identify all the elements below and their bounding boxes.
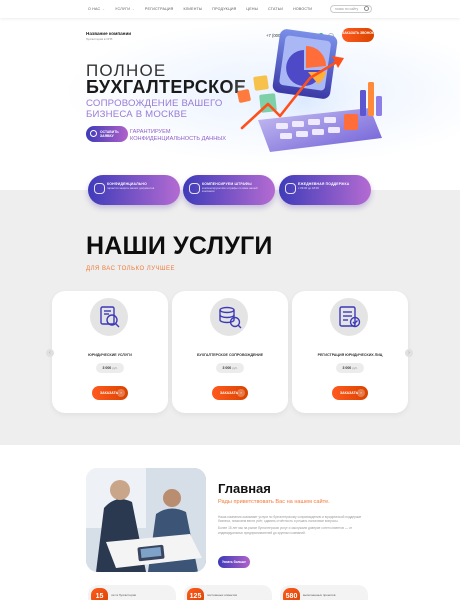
stat-card: 125 постоянных клиентов <box>184 585 272 600</box>
service-name: РЕГИСТРАЦИЯ ЮРИДИЧЕСКИХ ЛИЦ <box>317 353 383 357</box>
chevron-down-icon: ⌄ <box>102 7 106 11</box>
about-photo <box>86 468 206 572</box>
feature-support[interactable]: ЕЖЕДНЕВНАЯ ПОДДЕРЖКА с 09:00 до 18:00 <box>279 175 371 205</box>
wallet-icon <box>189 183 200 194</box>
order-button[interactable]: ЗАКАЗАТЬ › <box>332 386 368 400</box>
cart-icon: › <box>117 389 125 397</box>
stat-value: 580 <box>283 588 300 600</box>
stat-label: постоянных клиентов <box>207 593 237 597</box>
stat-label: лет в бухгалтерии <box>111 593 137 597</box>
learn-more-button[interactable]: Узнать больше <box>218 556 250 568</box>
chevron-left-icon[interactable]: ‹ <box>46 349 54 357</box>
chevron-right-icon[interactable]: › <box>405 349 413 357</box>
about-title: Главная <box>218 481 271 496</box>
accounting-icon <box>210 298 248 336</box>
headset-icon <box>285 183 296 194</box>
pencil-icon <box>90 130 97 137</box>
service-price: 3 000 руб. <box>216 363 244 373</box>
service-card[interactable]: БУХГАЛТЕРСКОЕ СОПРОВОЖДЕНИЕ 3 000 руб. З… <box>172 291 288 413</box>
services-title: НАШИ УСЛУГИ <box>86 232 273 260</box>
order-button[interactable]: ЗАКАЗАТЬ › <box>92 386 128 400</box>
nav-item-registration[interactable]: РЕГИСТРАЦИЯ <box>145 7 174 11</box>
top-nav: О НАС ⌄ УСЛУГИ ⌄ РЕГИСТРАЦИЯ КЛИЕНТЫ ПРОДУ… <box>0 0 460 18</box>
stat-label: выполненных проектов <box>303 593 336 597</box>
cart-icon: › <box>237 389 245 397</box>
service-name: БУХГАЛТЕРСКОЕ СОПРОВОЖДЕНИЕ <box>196 353 264 357</box>
services-subtitle: ДЛЯ ВАС ТОЛЬКО ЛУЧШЕЕ <box>86 266 176 272</box>
order-button[interactable]: ЗАКАЗАТЬ › <box>212 386 248 400</box>
nav-item-services[interactable]: УСЛУГИ ⌄ <box>115 7 135 11</box>
service-price: 3 000 руб. <box>96 363 124 373</box>
cart-icon: › <box>357 389 365 397</box>
nav-item-clients[interactable]: КЛИЕНТЫ <box>183 7 202 11</box>
service-name: ЮРИДИЧЕСКИЕ УСЛУГИ <box>88 353 132 357</box>
nav-item-prices[interactable]: ЦЕНЫ <box>246 7 258 11</box>
company-tagline: бухгалтерия в СПб <box>86 37 113 41</box>
lock-icon <box>94 183 105 194</box>
nav-item-products[interactable]: ПРОДУКЦИЯ <box>212 7 236 11</box>
leave-request-button[interactable]: ОСТАВИТЬ ЗАЯВКУ <box>86 126 128 142</box>
search-icon[interactable] <box>364 6 369 11</box>
nav-item-about[interactable]: О НАС ⌄ <box>88 7 105 11</box>
nav-item-news[interactable]: НОВОСТИ <box>293 7 312 11</box>
service-price: 3 000 руб. <box>336 363 364 373</box>
stat-card: 580 выполненных проектов <box>280 585 368 600</box>
company-name[interactable]: Название компании <box>86 31 131 36</box>
nav-item-articles[interactable]: СТАТЬИ <box>268 7 283 11</box>
service-card[interactable]: ЮРИДИЧЕСКИЕ УСЛУГИ 3 000 руб. ЗАКАЗАТЬ › <box>52 291 168 413</box>
stat-value: 15 <box>91 588 108 600</box>
stat-card: 15 лет в бухгалтерии <box>88 585 176 600</box>
chevron-down-icon: ⌄ <box>132 7 135 11</box>
registration-icon <box>330 298 368 336</box>
feature-confidential[interactable]: КОНФИДЕНЦИАЛЬНО гарантия защиты ваших до… <box>88 175 180 205</box>
about-text: Наша компания оказывает услуги по бухгал… <box>218 515 362 535</box>
page: О НАС ⌄ УСЛУГИ ⌄ РЕГИСТРАЦИЯ КЛИЕНТЫ ПРОДУ… <box>0 0 460 600</box>
service-card[interactable]: РЕГИСТРАЦИЯ ЮРИДИЧЕСКИХ ЛИЦ 3 000 руб. З… <box>292 291 408 413</box>
accounting-illustration <box>223 29 387 166</box>
stat-value: 125 <box>187 588 204 600</box>
about-subtitle: Рады приветствовать Вас на нашем сайте. <box>218 499 330 505</box>
legal-icon <box>90 298 128 336</box>
feature-fines[interactable]: КОМПЕНСИРУЕМ ШТРАФЫ компенсируем все штр… <box>183 175 275 205</box>
